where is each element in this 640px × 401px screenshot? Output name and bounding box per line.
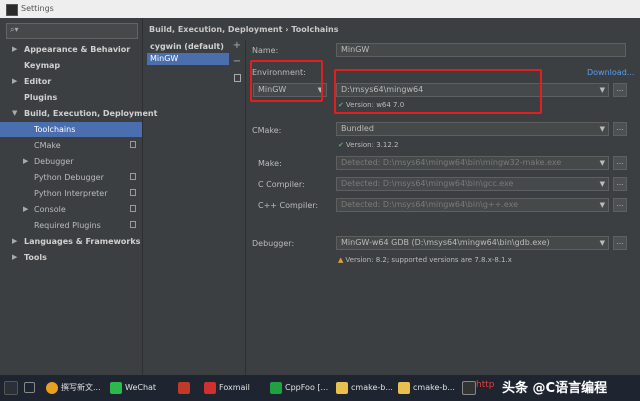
chevron-right-icon: ▶ <box>12 237 18 245</box>
sidebar-item-appearance[interactable]: ▶ Appearance & Behavior <box>0 42 142 57</box>
copy-toolchain-icon[interactable] <box>234 74 241 82</box>
taskbar-item-cppfoo[interactable]: CppFoo [... <box>270 375 328 401</box>
make-browse-button[interactable]: ... <box>613 156 627 170</box>
watermark: 头条 @C语言编程 <box>502 381 608 396</box>
chevron-right-icon: ▶ <box>23 205 29 213</box>
taskbar-item-cmake-2[interactable]: cmake-b... <box>398 375 455 401</box>
divider <box>245 40 246 375</box>
chevron-right-icon: ▶ <box>12 45 18 53</box>
cmake-select[interactable]: Bundled ▼ <box>336 122 609 136</box>
name-label: Name: <box>252 46 279 55</box>
chevron-down-icon: ▼ <box>12 109 18 117</box>
make-label: Make: <box>258 159 282 168</box>
task-view-button[interactable] <box>24 375 38 401</box>
wechat-icon <box>110 381 122 394</box>
chrome-icon <box>46 381 58 394</box>
folder-icon <box>398 381 410 394</box>
sidebar-item-build[interactable]: ▼ Build, Execution, Deployment <box>0 106 157 121</box>
chevron-right-icon: ▶ <box>23 157 29 165</box>
sidebar-item-debugger[interactable]: ▶ Debugger <box>0 154 142 169</box>
debugger-browse-button[interactable]: ... <box>613 236 627 250</box>
toolchain-item-cygwin[interactable]: cygwin (default) <box>147 41 229 53</box>
windows-icon <box>4 380 18 395</box>
debugger-label: Debugger: <box>252 239 295 248</box>
sidebar-item-cmake[interactable]: CMake <box>0 138 142 153</box>
app-icon <box>178 381 190 394</box>
c-compiler-label: C Compiler: <box>258 180 305 189</box>
folder-icon <box>336 381 348 394</box>
breadcrumb: Build, Execution, Deployment › Toolchain… <box>149 25 339 34</box>
name-field[interactable]: MinGW <box>336 43 626 57</box>
sidebar-item-console[interactable]: ▶ Console <box>0 202 142 217</box>
sidebar-item-languages[interactable]: ▶ Languages & Frameworks <box>0 234 142 249</box>
task-view-icon <box>24 382 35 393</box>
search-input[interactable]: ⌕▾ <box>6 23 138 39</box>
make-select[interactable]: Detected: D:\msys64\mingw64\bin\mingw32-… <box>336 156 609 170</box>
sidebar-item-keymap[interactable]: Keymap <box>0 58 142 73</box>
check-icon: ✔ <box>338 141 344 149</box>
chevron-right-icon: ▶ <box>12 253 18 261</box>
c-compiler-select[interactable]: Detected: D:\msys64\mingw64\bin\gcc.exe ▼ <box>336 177 609 191</box>
sidebar-item-required-plugins[interactable]: Required Plugins <box>0 218 142 233</box>
sidebar-item-python-debugger[interactable]: Python Debugger <box>0 170 142 185</box>
c-compiler-browse-button[interactable]: ... <box>613 177 627 191</box>
foxmail-icon <box>204 381 216 394</box>
taskbar-item-app[interactable] <box>178 375 193 401</box>
toolchain-item-mingw[interactable]: MinGW <box>147 53 229 65</box>
copy-icon <box>130 141 136 148</box>
remove-toolchain-button[interactable]: − <box>231 56 243 67</box>
sidebar-item-python-interpreter[interactable]: Python Interpreter <box>0 186 142 201</box>
copy-icon <box>130 221 136 228</box>
debugger-warning: ▲ Version: 8.2; supported versions are 7.… <box>338 256 512 264</box>
chevron-down-icon: ▼ <box>599 180 605 188</box>
search-icon: ⌕▾ <box>10 25 19 34</box>
sidebar-item-tools[interactable]: ▶ Tools <box>0 250 142 265</box>
divider <box>142 18 143 375</box>
taskbar-item-cmake-1[interactable]: cmake-b... <box>336 375 393 401</box>
sidebar-item-plugins[interactable]: Plugins <box>0 90 142 105</box>
cpp-compiler-browse-button[interactable]: ... <box>613 198 627 212</box>
taskbar-item-browser[interactable]: 撰写新文... <box>46 375 101 401</box>
chevron-down-icon: ▼ <box>599 201 605 209</box>
warning-icon: ▲ <box>338 256 344 264</box>
cmake-browse-button[interactable]: ... <box>613 122 627 136</box>
chevron-down-icon: ▼ <box>599 86 605 94</box>
window-title: Settings <box>21 4 54 13</box>
copy-icon <box>130 205 136 212</box>
chevron-down-icon: ▼ <box>599 159 605 167</box>
chevron-down-icon: ▼ <box>599 125 605 133</box>
cmake-version: ✔ Version: 3.12.2 <box>338 141 399 149</box>
copy-icon <box>130 173 136 180</box>
cmake-label: CMake: <box>252 126 282 135</box>
add-toolchain-button[interactable]: + <box>231 40 243 51</box>
highlight-box-path <box>334 69 542 114</box>
start-button[interactable] <box>4 375 21 401</box>
environment-browse-button[interactable]: ... <box>613 83 627 97</box>
highlight-box-environment <box>250 60 323 102</box>
settings-window: Settings ⌕▾ ▶ Appearance & Behavior Keyma… <box>0 0 640 375</box>
cpp-compiler-select[interactable]: Detected: D:\msys64\mingw64\bin\g++.exe ▼ <box>336 198 609 212</box>
taskbar-item-wechat[interactable]: WeChat <box>110 375 156 401</box>
chevron-down-icon: ▼ <box>599 239 605 247</box>
cpp-compiler-label: C++ Compiler: <box>258 201 319 210</box>
app-icon <box>6 4 18 16</box>
toolchain-list: cygwin (default) MinGW <box>147 39 231 375</box>
sidebar-item-editor[interactable]: ▶ Editor <box>0 74 142 89</box>
chevron-right-icon: ▶ <box>12 77 18 85</box>
copy-icon <box>130 189 136 196</box>
title-bar: Settings <box>0 0 640 18</box>
taskbar-item-foxmail[interactable]: Foxmail <box>204 375 250 401</box>
watermark-url: http <box>476 380 495 390</box>
sidebar-item-toolchains[interactable]: Toolchains <box>0 122 142 137</box>
download-link[interactable]: Download... <box>587 68 634 77</box>
terminal-icon <box>462 380 476 395</box>
clion-icon <box>270 381 282 394</box>
debugger-select[interactable]: MinGW-w64 GDB (D:\msys64\mingw64\bin\gdb… <box>336 236 609 250</box>
